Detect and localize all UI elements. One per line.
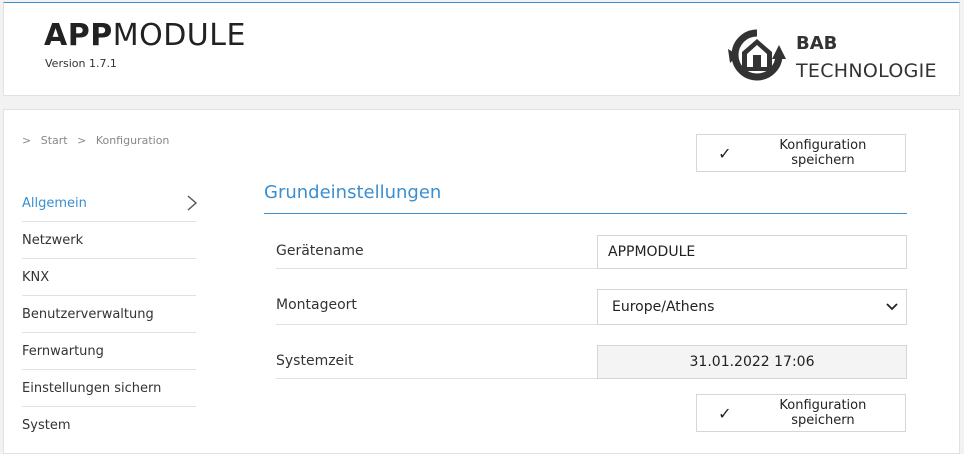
breadcrumb: > Start > Konfiguration bbox=[22, 134, 175, 147]
app-title-bold: APP bbox=[44, 18, 113, 53]
save-config-label: Konfiguration speichern bbox=[779, 138, 867, 168]
system-time-value: 31.01.2022 17:06 bbox=[689, 354, 815, 370]
sidebar-item-netzwerk[interactable]: Netzwerk bbox=[22, 222, 196, 259]
sidebar-item-label: KNX bbox=[22, 269, 50, 285]
location-value: Europe/Athens bbox=[612, 299, 715, 315]
sidebar-item-einstellungen-sichern[interactable]: Einstellungen sichern bbox=[22, 370, 196, 407]
chevron-down-icon bbox=[886, 303, 898, 311]
sidebar-item-system[interactable]: System bbox=[22, 407, 196, 444]
system-time-field: 31.01.2022 17:06 bbox=[597, 345, 907, 379]
sidebar-item-label: Fernwartung bbox=[22, 343, 104, 359]
bab-logo-icon bbox=[728, 29, 786, 81]
sidebar-item-label: Netzwerk bbox=[22, 232, 84, 248]
main-content: > Start > Konfiguration ✓ Konfiguration … bbox=[3, 109, 960, 454]
sidebar-item-label: Benutzerverwaltung bbox=[22, 306, 154, 322]
check-icon: ✓ bbox=[718, 403, 732, 423]
breadcrumb-separator: > bbox=[77, 134, 87, 147]
breadcrumb-separator: > bbox=[22, 134, 32, 147]
app-header: APPMODULE Version 1.7.1 BAB TECHNOLOGIE bbox=[3, 2, 960, 96]
breadcrumb-start[interactable]: Start bbox=[41, 134, 68, 147]
location-label: Montageort bbox=[276, 297, 357, 313]
sidebar-item-allgemein[interactable]: Allgemein bbox=[22, 185, 198, 222]
device-name-label: Gerätename bbox=[276, 243, 364, 259]
save-config-button-bottom[interactable]: ✓ Konfiguration speichern bbox=[696, 394, 906, 432]
breadcrumb-current: Konfiguration bbox=[95, 134, 170, 147]
sidebar-item-fernwartung[interactable]: Fernwartung bbox=[22, 333, 196, 370]
check-icon: ✓ bbox=[718, 143, 732, 163]
brand-line-2: TECHNOLOGIE bbox=[796, 60, 937, 82]
sidebar-item-label: System bbox=[22, 418, 71, 433]
device-name-input[interactable]: APPMODULE bbox=[597, 235, 907, 269]
version-label: Version 1.7.1 bbox=[45, 57, 117, 70]
location-select[interactable]: Europe/Athens bbox=[597, 289, 907, 325]
chevron-right-icon bbox=[187, 195, 198, 211]
sidebar-item-label: Einstellungen sichern bbox=[22, 380, 162, 396]
app-title-light: MODULE bbox=[112, 18, 246, 53]
save-config-label: Konfiguration speichern bbox=[779, 398, 867, 428]
sidebar-nav: Allgemein Netzwerk KNX Benutzerverwaltun… bbox=[22, 185, 198, 444]
section-divider bbox=[264, 213, 907, 214]
sidebar-item-knx[interactable]: KNX bbox=[22, 259, 196, 296]
device-name-value: APPMODULE bbox=[608, 244, 696, 260]
system-time-label: Systemzeit bbox=[276, 353, 354, 369]
brand-line-1: BAB bbox=[796, 33, 838, 54]
save-config-button-top[interactable]: ✓ Konfiguration speichern bbox=[696, 134, 906, 172]
section-title: Grundeinstellungen bbox=[264, 182, 442, 203]
sidebar-item-label: Allgemein bbox=[22, 195, 87, 211]
sidebar-item-benutzerverwaltung[interactable]: Benutzerverwaltung bbox=[22, 296, 196, 333]
app-title: APPMODULE bbox=[44, 21, 246, 51]
